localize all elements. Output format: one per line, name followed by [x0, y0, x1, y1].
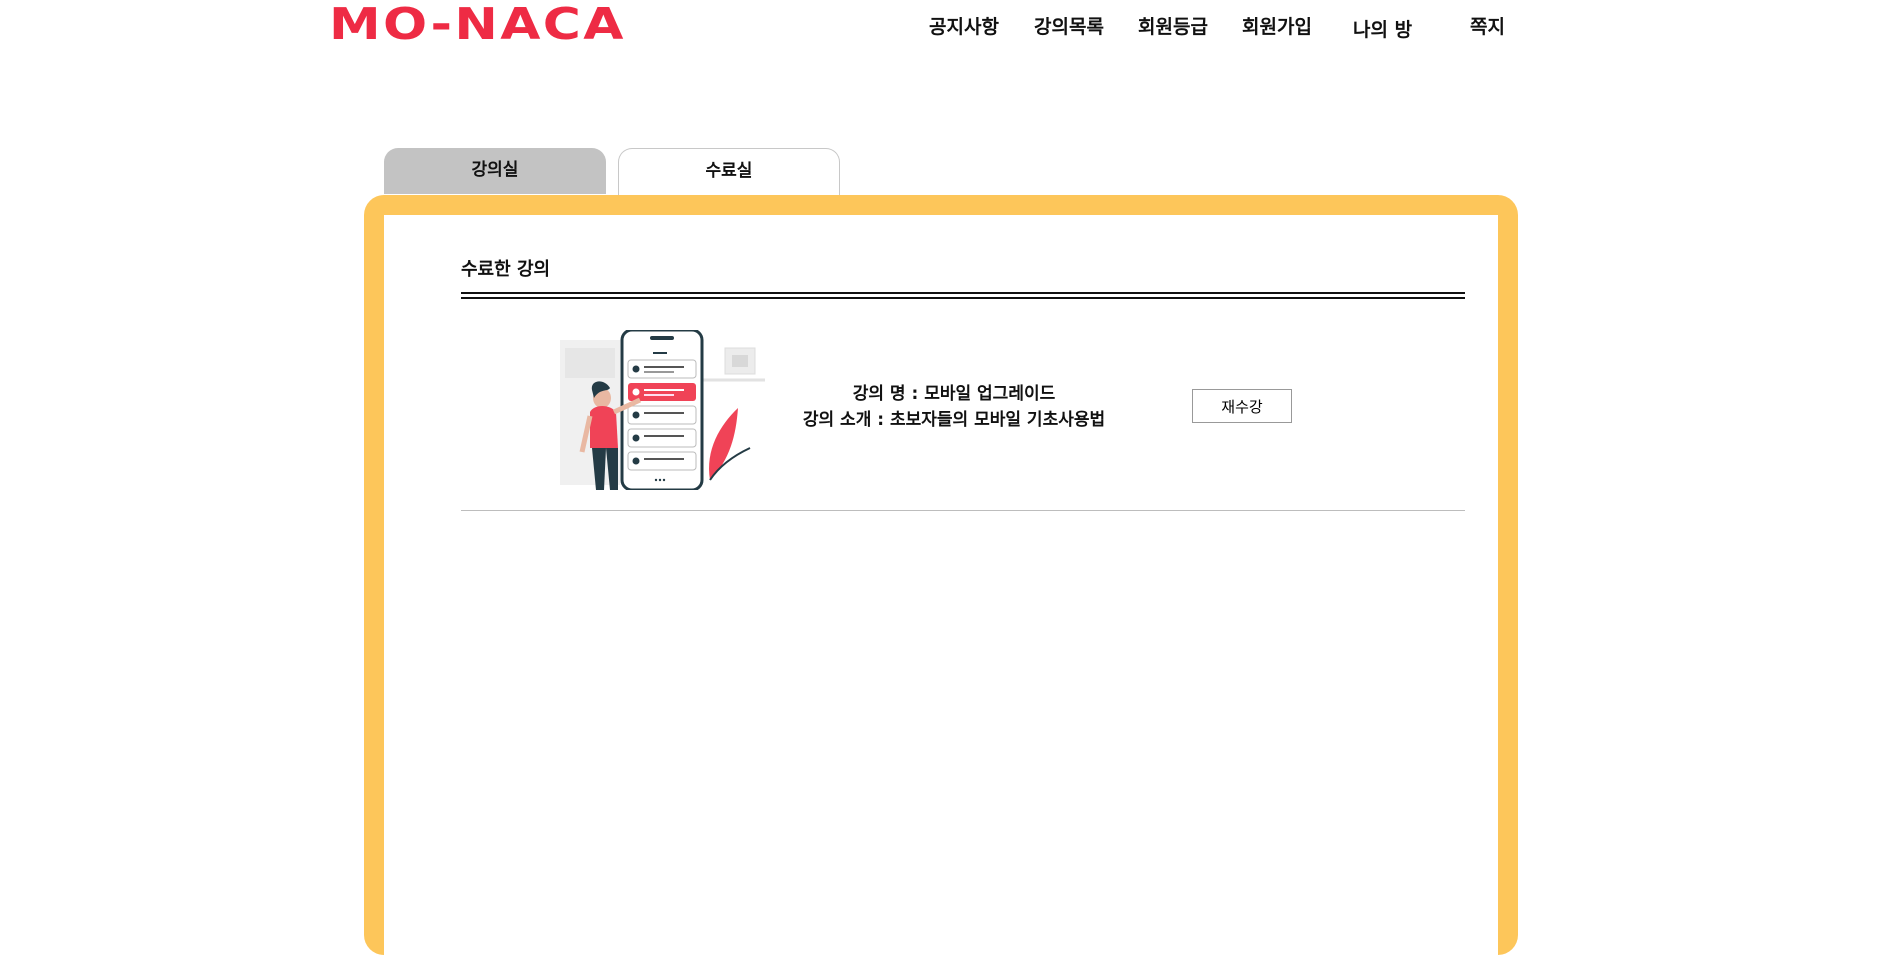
row-divider — [461, 510, 1465, 511]
tab-completed[interactable]: 수료실 — [618, 148, 840, 195]
section-title: 수료한 강의 — [461, 259, 551, 280]
retake-button[interactable]: 재수강 — [1192, 389, 1292, 423]
course-name: 강의 명 : 모바일 업그레이드 — [852, 384, 1056, 404]
nav-course-list[interactable]: 강의목록 — [1034, 12, 1104, 39]
nav-membership-grade[interactable]: 회원등급 — [1138, 12, 1208, 39]
nav-my-room[interactable]: 나의 방 — [1353, 15, 1412, 42]
nav-messages[interactable]: 쪽지 — [1470, 12, 1505, 39]
course-thumbnail — [560, 330, 765, 490]
course-intro: 강의 소개 : 초보자들의 모바일 기초사용법 — [802, 410, 1106, 430]
nav-signup[interactable]: 회원가입 — [1242, 12, 1312, 39]
nav-notice[interactable]: 공지사항 — [929, 12, 999, 39]
tab-classroom[interactable]: 강의실 — [384, 148, 606, 194]
content-frame: 수료한 강의 강의 명: 모바일 업그레이드 강의 소개: 초보자들의 모바… — [364, 195, 1518, 975]
title-divider — [461, 292, 1465, 299]
content-panel: 수료한 강의 강의 명: 모바일 업그레이드 강의 소개: 초보자들의 모바… — [384, 215, 1498, 975]
top-nav: 공지사항 강의목록 회원등급 회원가입 나의 방 쪽지 — [0, 12, 1879, 42]
course-info: 강의 명 : 모바일 업그레이드 강의 소개 : 초보자들의 모바일 기초사용법 — [764, 381, 1144, 433]
